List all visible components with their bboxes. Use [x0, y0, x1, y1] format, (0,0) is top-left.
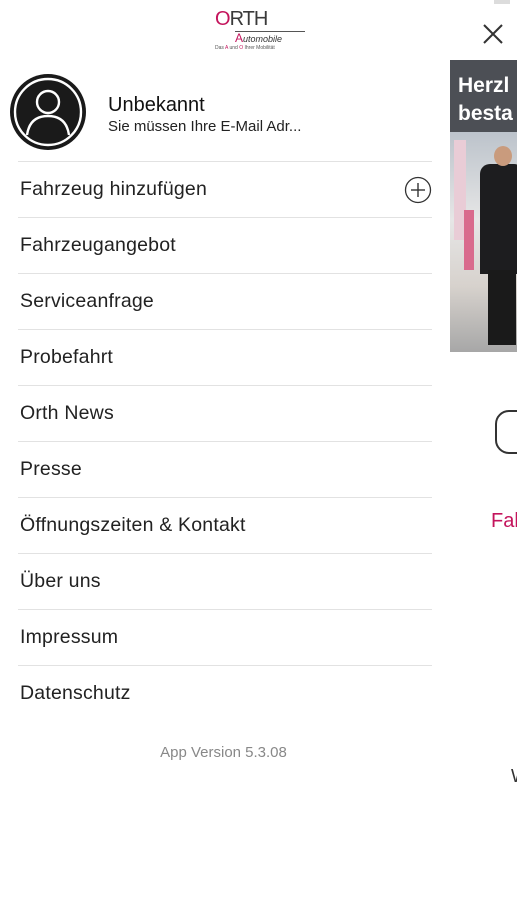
profile-subtitle: Sie müssen Ihre E-Mail Adr...	[108, 118, 302, 135]
menu-item-test-drive[interactable]: Probefahrt	[18, 330, 432, 386]
menu-item-label: Orth News	[20, 402, 114, 424]
background-button[interactable]	[495, 410, 517, 454]
menu-item-label: Öffnungszeiten & Kontakt	[20, 514, 246, 536]
menu-item-add-vehicle[interactable]: Fahrzeug hinzufügen	[18, 162, 432, 218]
menu-item-about-us[interactable]: Über uns	[18, 554, 432, 610]
user-avatar-icon	[13, 77, 83, 147]
logo-tagline: Das A und O Ihrer Mobilität	[215, 45, 275, 51]
menu-item-label: Probefahrt	[20, 346, 114, 368]
close-icon[interactable]	[482, 23, 504, 45]
background-link[interactable]: Fal	[491, 510, 517, 533]
orth-automobile-logo: ORTH Automobile Das A und O Ihrer Mobili…	[213, 8, 307, 56]
menu-item-label: Datenschutz	[20, 682, 131, 704]
background-mark: W	[511, 766, 517, 787]
status-indicator	[494, 0, 510, 4]
menu-item-label: Fahrzeug hinzufügen	[20, 178, 208, 200]
drawer-menu: Fahrzeug hinzufügen Fahrzeugangebot Serv…	[18, 161, 432, 721]
avatar[interactable]	[10, 74, 86, 150]
side-drawer: ORTH Automobile Das A und O Ihrer Mobili…	[0, 0, 447, 900]
hero-photo-person	[480, 164, 517, 274]
menu-item-opening-hours-contact[interactable]: Öffnungszeiten & Kontakt	[18, 498, 432, 554]
menu-item-press[interactable]: Presse	[18, 442, 432, 498]
plus-circle-icon[interactable]	[404, 176, 432, 204]
menu-item-privacy[interactable]: Datenschutz	[18, 666, 432, 721]
menu-item-service-request[interactable]: Serviceanfrage	[18, 274, 432, 330]
menu-item-label: Impressum	[20, 626, 119, 648]
menu-item-orth-news[interactable]: Orth News	[18, 386, 432, 442]
profile-header[interactable]: Unbekannt Sie müssen Ihre E-Mail Adr...	[10, 74, 435, 152]
menu-item-label: Serviceanfrage	[20, 290, 154, 312]
menu-item-label: Presse	[20, 458, 82, 480]
app-version: App Version 5.3.08	[160, 744, 287, 761]
profile-name: Unbekannt	[108, 94, 205, 116]
hero-photo-detail	[464, 210, 474, 270]
hero-photo-person	[494, 146, 512, 166]
background-screen: Herzl besta Fal W	[447, 0, 517, 900]
hero-banner[interactable]: Herzl besta	[450, 60, 517, 352]
logo-subbrand: Automobile	[235, 31, 283, 45]
menu-item-imprint[interactable]: Impressum	[18, 610, 432, 666]
menu-item-label: Über uns	[20, 570, 101, 592]
hero-photo-person	[488, 270, 516, 345]
menu-item-label: Fahrzeugangebot	[20, 234, 176, 256]
logo-brand: ORTH	[215, 8, 268, 30]
menu-item-vehicle-offer[interactable]: Fahrzeugangebot	[18, 218, 432, 274]
hero-title: Herzl besta	[458, 74, 513, 125]
